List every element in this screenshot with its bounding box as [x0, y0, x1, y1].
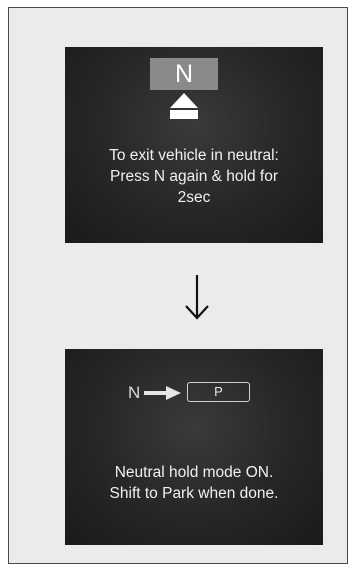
up-arrow-icon	[170, 93, 198, 119]
message-line: To exit vehicle in neutral:	[109, 147, 279, 164]
down-arrow-icon	[185, 275, 209, 320]
shift-indicator: N P	[123, 380, 273, 406]
message-line: Shift to Park when done.	[109, 485, 279, 502]
message-line: Press N again & hold for	[109, 168, 278, 185]
from-gear-label: N	[128, 383, 141, 402]
right-arrow-icon	[144, 386, 181, 400]
display-neutral-hold-on: N P Neutral hold mode ON. Shift to Park …	[65, 349, 323, 545]
message-line: Neutral hold mode ON.	[114, 464, 274, 481]
display-neutral-instruction: N To exit vehicle in neutral: Press N ag…	[65, 47, 323, 243]
message-line: 2sec	[177, 189, 211, 206]
instruction-message: To exit vehicle in neutral: Press N agai…	[65, 145, 323, 208]
park-gear-box: P	[187, 382, 250, 402]
gear-indicator-n: N	[150, 58, 218, 90]
figure-frame: N To exit vehicle in neutral: Press N ag…	[8, 7, 348, 564]
status-message: Neutral hold mode ON. Shift to Park when…	[65, 462, 323, 504]
